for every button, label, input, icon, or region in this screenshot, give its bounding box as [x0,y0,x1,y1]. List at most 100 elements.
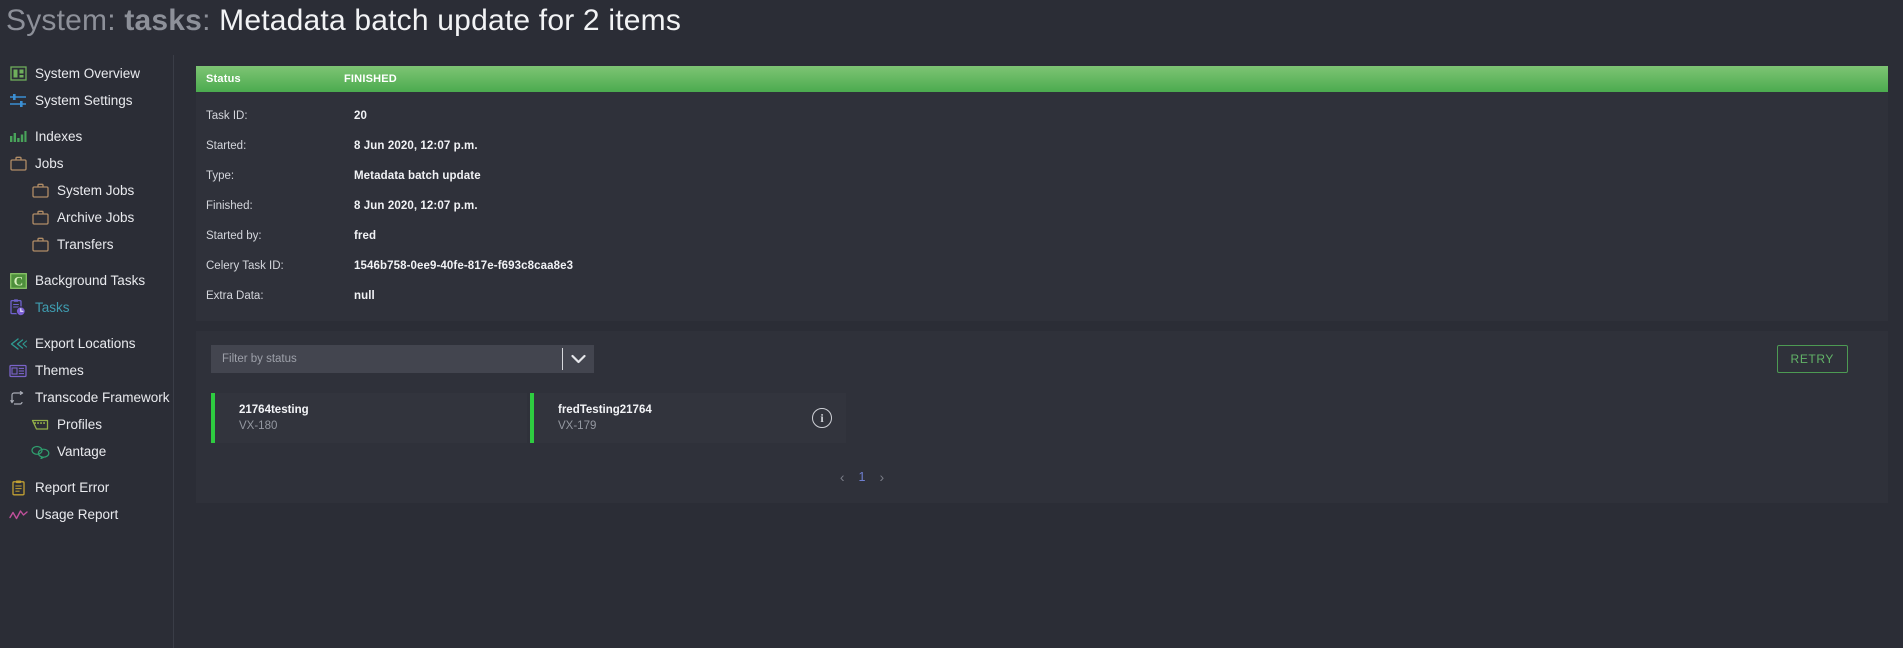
breadcrumb-sep-1: : [107,4,116,37]
pagination: ‹ 1 › [0,469,1873,485]
briefcase-icon [8,154,28,174]
task-detail-key: Started: [206,140,247,152]
dashboard-icon [8,64,28,84]
sidebar-item-transfers[interactable]: Transfers [0,231,173,258]
breadcrumb-tasks: tasks [124,4,203,37]
sidebar-item-label: Export Locations [35,336,136,351]
double-arrow-left-icon [8,334,28,354]
item-card-text: 21764testing VX-180 [239,404,309,432]
sidebar-item-label: System Jobs [57,183,135,198]
sidebar-item-usage-report[interactable]: Usage Report [0,501,173,528]
sidebar-item-label: Background Tasks [35,273,146,288]
task-detail-list: Task ID: 20 Started: 8 Jun 2020, 12:07 p.m.… [196,92,1888,321]
page-title: System: tasks: Metadata batch update for… [6,4,681,38]
sidebar-item-background-tasks[interactable]: C Background Tasks [0,267,173,294]
task-results-panel: Filter by status RETRY 21764testing VX-18… [196,331,1888,503]
sidebar-item-jobs[interactable]: Jobs [0,150,173,177]
svg-text:C: C [13,273,22,288]
item-card-list: 21764testing VX-180 fredTesting21764 VX-179… [211,393,1873,443]
status-label: Status [206,73,241,85]
item-card[interactable]: fredTesting21764 VX-179 i [530,393,846,443]
celery-c-icon: C [8,271,28,291]
loop-arrow-icon [8,388,28,408]
task-detail-key: Task ID: [206,110,248,122]
sidebar-item-system-overview[interactable]: System Overview [0,60,173,87]
item-card-id: VX-180 [239,420,278,432]
sidebar-item-label: Jobs [35,156,64,171]
speech-bubbles-icon [30,442,50,462]
item-card-id: VX-179 [558,420,597,432]
item-card-name: fredTesting21764 [558,404,652,416]
sidebar-item-profiles[interactable]: Profiles [0,411,173,438]
status-badge: Status FINISHED [196,66,1888,92]
page-title-leaf: Metadata batch update for 2 items [219,4,682,37]
status-value: FINISHED [344,73,397,85]
task-detail-row: Task ID: 20 [196,101,1888,131]
chevron-down-icon[interactable] [563,354,594,364]
item-card-text: fredTesting21764 VX-179 [558,404,652,432]
task-detail-value: Metadata batch update [354,170,481,182]
sidebar-item-label: Usage Report [35,507,119,522]
sidebar-item-label: Profiles [57,417,103,432]
sidebar-item-system-jobs[interactable]: System Jobs [0,177,173,204]
sidebar-item-export-locations[interactable]: Export Locations [0,330,173,357]
task-detail-value: fred [354,230,377,242]
task-detail-value: 1546b758-0ee9-40fe-817e-f693c8caa8e3 [354,260,574,272]
info-icon[interactable]: i [812,408,832,428]
task-detail-row: Celery Task ID: 1546b758-0ee9-40fe-817e-f… [196,251,1888,281]
item-card[interactable]: 21764testing VX-180 [211,393,527,443]
task-detail-key: Celery Task ID: [206,260,284,272]
sidebar-item-archive-jobs[interactable]: Archive Jobs [0,204,173,231]
film-strip-icon [30,415,50,435]
sidebar-item-label: Themes [35,363,84,378]
task-detail-row: Started: 8 Jun 2020, 12:07 p.m. [196,131,1888,161]
sidebar-item-vantage[interactable]: Vantage [0,438,173,465]
sidebar-item-tasks[interactable]: Tasks [0,294,173,321]
line-chart-icon [8,505,28,525]
main-content: Status FINISHED Task ID: 20 Started: 8 Jun … [196,66,1888,503]
task-detail-value: 20 [354,110,367,122]
pagination-page-1[interactable]: 1 [859,470,866,484]
task-detail-row: Started by: fred [196,221,1888,251]
task-detail-key: Type: [206,170,235,182]
sidebar-item-label: System Settings [35,93,133,108]
sidebar: System Overview System Settings Indexes Job… [0,55,174,648]
briefcase-icon [30,208,50,228]
sidebar-item-themes[interactable]: Themes [0,357,173,384]
sidebar-item-label: Tasks [35,300,70,315]
sidebar-item-label: Indexes [35,129,83,144]
task-detail-row: Type: Metadata batch update [196,161,1888,191]
task-detail-value: 8 Jun 2020, 12:07 p.m. [354,140,478,152]
clipboard-clock-icon [8,298,28,318]
sidebar-item-label: Vantage [57,444,107,459]
briefcase-icon [30,181,50,201]
item-card-name: 21764testing [239,404,309,416]
sidebar-item-label: Transcode Framework [35,390,170,405]
task-detail-row: Finished: 8 Jun 2020, 12:07 p.m. [196,191,1888,221]
breadcrumb-system: System [6,4,108,37]
newspaper-icon [8,361,28,381]
results-toolbar: Filter by status RETRY [211,345,1873,373]
task-detail-key: Started by: [206,230,262,242]
sidebar-item-indexes[interactable]: Indexes [0,123,173,150]
task-detail-key: Extra Data: [206,290,264,302]
sidebar-item-transcode-framework[interactable]: Transcode Framework [0,384,173,411]
filter-by-status-select[interactable]: Filter by status [211,345,594,373]
filter-by-status-placeholder: Filter by status [222,353,297,365]
breadcrumb-sep-2: : [202,4,211,37]
sidebar-item-label: Archive Jobs [57,210,135,225]
task-detail-key: Finished: [206,200,253,212]
task-detail-row: Extra Data: null [196,281,1888,311]
sidebar-item-label: System Overview [35,66,141,81]
sidebar-item-system-settings[interactable]: System Settings [0,87,173,114]
task-detail-value: 8 Jun 2020, 12:07 p.m. [354,200,478,212]
retry-button[interactable]: RETRY [1776,345,1848,373]
task-detail-value: null [354,290,375,302]
pagination-next[interactable]: › [879,469,884,485]
briefcase-icon [30,235,50,255]
bar-chart-icon [8,127,28,147]
pagination-prev[interactable]: ‹ [840,469,845,485]
